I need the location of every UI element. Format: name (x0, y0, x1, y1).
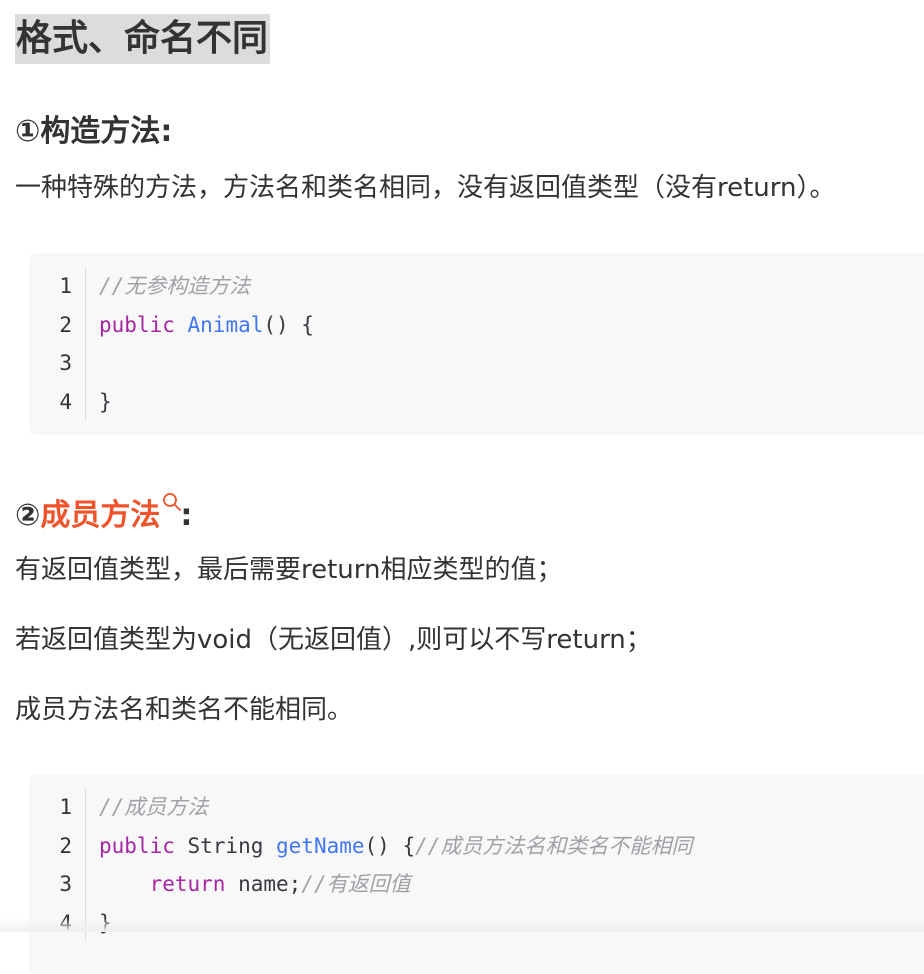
code-keyword: public (99, 312, 175, 337)
code-punctuation: () { (263, 312, 314, 337)
line-number: 1 (59, 274, 72, 298)
code-text: //无参构造方法 public Animal() { } (99, 267, 924, 421)
member-paragraph-1: 有返回值类型，最后需要return相应类型的值； (15, 555, 563, 585)
code-line: } (99, 383, 924, 422)
constructor-description: 一种特殊的方法，方法名和类名相同，没有返回值类型（没有return）。 (15, 173, 836, 203)
code-keyword: return (149, 872, 226, 897)
line-numbers: 1 2 3 4 (29, 267, 86, 422)
line-number: 4 (59, 389, 72, 414)
code-statement: name; (225, 872, 302, 897)
line-number: 3 (59, 351, 72, 376)
code-line: public String getName() {//成员方法名和类名不能相同 (99, 827, 924, 866)
code-line: //成员方法 (99, 788, 924, 827)
member-paragraph-2: 若返回值类型为void（无返回值）,则可以不写return； (15, 625, 652, 655)
circled-number-one: ① (15, 114, 41, 149)
code-function-name: getName (276, 833, 365, 858)
member-heading: ②成员方法: (15, 493, 192, 536)
line-number: 2 (59, 312, 72, 337)
code-comment: //无参构造方法 (99, 274, 251, 298)
constructor-heading: ①构造方法: (15, 112, 172, 152)
line-number: 3 (59, 872, 72, 897)
code-function-name: Animal (187, 312, 264, 337)
code-punctuation: () { (364, 833, 416, 858)
constructor-title: 构造方法 (40, 114, 161, 149)
code-comment: //有返回值 (301, 872, 411, 897)
search-icon[interactable] (160, 493, 182, 526)
code-keyword: public (99, 833, 175, 858)
line-number: 1 (59, 795, 72, 819)
code-type: String (174, 833, 277, 858)
code-line: return name;//有返回值 (99, 865, 924, 904)
code-block-member-method: 1 2 3 4 //成员方法 public String getName() {… (29, 774, 924, 974)
member-method-link[interactable]: 成员方法 (40, 498, 160, 533)
code-line: //无参构造方法 (99, 267, 924, 306)
bottom-fade (0, 918, 924, 932)
line-number: 2 (59, 833, 72, 858)
code-closing-brace: } (99, 389, 112, 414)
circled-number-two: ② (15, 498, 41, 533)
code-block-constructor: 1 2 3 4 //无参构造方法 public Animal() { } (29, 253, 924, 435)
heading-colon: : (160, 114, 173, 149)
section-heading: 格式、命名不同 (15, 14, 271, 64)
member-paragraph-3: 成员方法名和类名不能相同。 (15, 695, 354, 725)
code-comment: //成员方法名和类名不能相同 (415, 833, 693, 858)
code-comment: //成员方法 (99, 795, 209, 819)
code-line: public Animal() { (99, 306, 924, 345)
